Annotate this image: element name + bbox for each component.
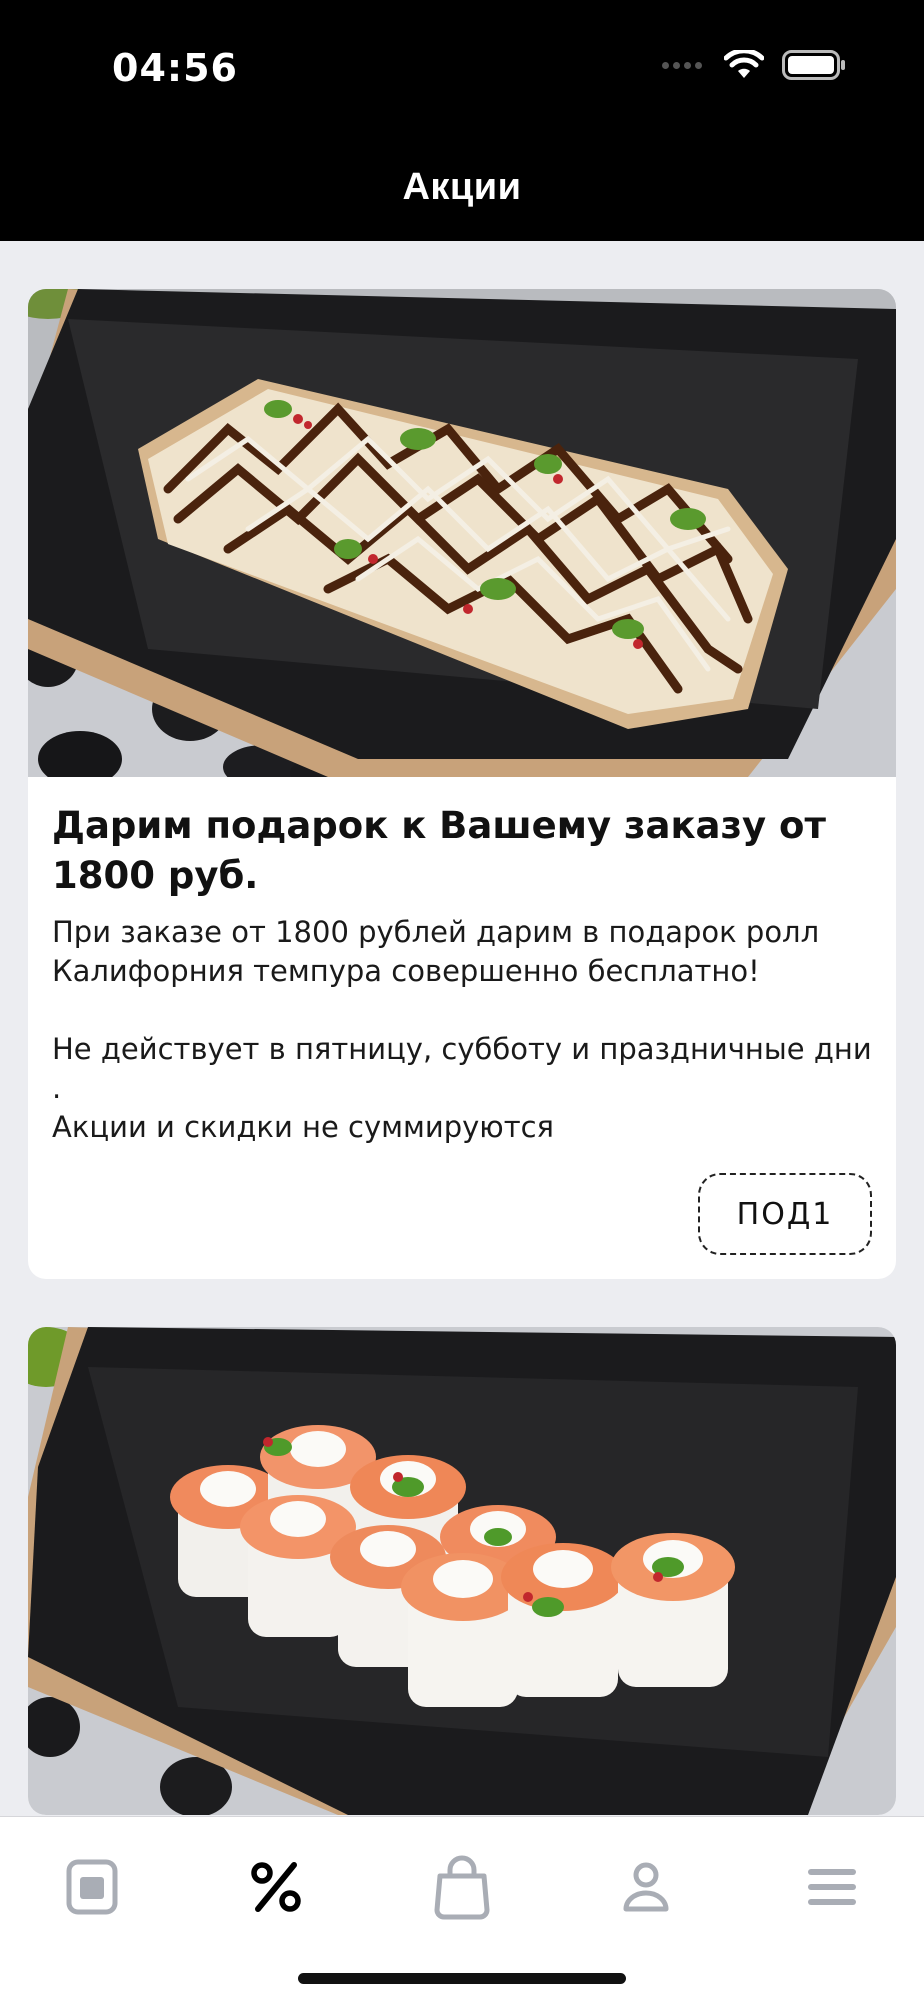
- tab-cart[interactable]: [422, 1847, 502, 1927]
- status-icons: [662, 50, 846, 80]
- battery-icon: [782, 50, 845, 80]
- menu-card-icon: [66, 1859, 118, 1915]
- page-title: Акции: [402, 166, 522, 208]
- top-bar: 04:56 Акции: [0, 0, 924, 241]
- description-line: Не действует в пятницу, субботу и праздн…: [52, 1032, 872, 1105]
- percent-icon: [251, 1862, 301, 1912]
- home-indicator: [298, 1973, 626, 1984]
- description-line: [52, 991, 872, 1030]
- hamburger-menu-icon: [808, 1869, 856, 1905]
- promotion-card[interactable]: Дарим подарок к Вашему заказу от 1800 ру…: [28, 289, 896, 1279]
- status-time: 04:56: [112, 46, 238, 90]
- cellular-signal-icon: [662, 61, 702, 69]
- promotion-description: При заказе от 1800 рублей дарим в подаро…: [52, 913, 872, 1147]
- promotion-title: Дарим подарок к Вашему заказу от 1800 ру…: [52, 804, 826, 897]
- promotions-feed[interactable]: Дарим подарок к Вашему заказу от 1800 ру…: [28, 289, 896, 1863]
- tab-promotions[interactable]: [236, 1847, 316, 1927]
- wifi-icon: [724, 50, 764, 78]
- promotion-content: Дарим подарок к Вашему заказу от 1800 ру…: [28, 777, 896, 1279]
- description-line: При заказе от 1800 рублей дарим в подаро…: [52, 915, 820, 988]
- shopping-bag-icon: [434, 1855, 490, 1920]
- promotion-card[interactable]: [28, 1327, 896, 1815]
- tab-menu[interactable]: [52, 1847, 132, 1927]
- promotion-image: [28, 1327, 896, 1815]
- tab-more[interactable]: [792, 1847, 872, 1927]
- promotion-image: [28, 289, 896, 777]
- profile-icon: [623, 1862, 669, 1912]
- description-line: Акции и скидки не суммируются: [52, 1110, 555, 1144]
- tab-bar: [0, 1816, 924, 2000]
- tab-profile[interactable]: [606, 1847, 686, 1927]
- promo-code-button[interactable]: ПОД1: [698, 1173, 872, 1255]
